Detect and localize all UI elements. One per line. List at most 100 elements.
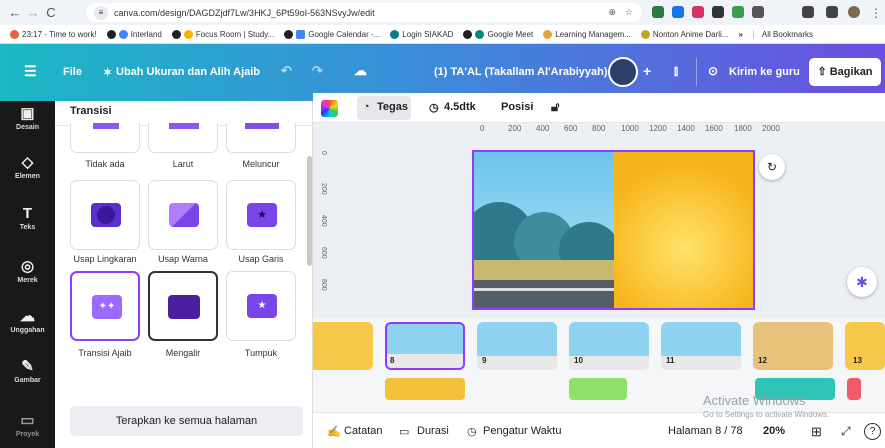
rail-design[interactable]: ▣ Desain [0, 104, 55, 131]
profile-avatar[interactable] [848, 6, 860, 18]
text-icon: T [22, 205, 33, 222]
transition-label: Usap Lingkaran [73, 254, 137, 264]
document-title[interactable]: (1) TA'AL (Takallam Al'Arabiyyah) [434, 66, 608, 78]
rail-text[interactable]: T Teks [0, 205, 55, 231]
rail-projects[interactable]: ▭ Proyek [0, 411, 55, 438]
slide-canvas[interactable] [472, 150, 755, 310]
all-bookmarks[interactable]: All Bookmarks [752, 29, 813, 39]
bookmarks-overflow[interactable]: » [738, 30, 742, 39]
zoom-level[interactable]: 20% [763, 425, 785, 437]
refresh-icon[interactable]: ↻ [759, 154, 785, 180]
audio-clip[interactable] [385, 378, 465, 400]
transition-label: Usap Garis [238, 254, 284, 264]
redo-icon[interactable]: ↷ [312, 63, 323, 79]
transition-magic[interactable]: ✦✦ [70, 271, 140, 341]
bookmark-item[interactable]: 23:17 - Time to work! [10, 29, 97, 39]
transition-circle-wipe[interactable] [70, 180, 140, 250]
bookmark-item[interactable]: Focus Room | Study... [171, 29, 274, 39]
user-avatar[interactable] [608, 57, 638, 87]
page-number: 9 [482, 356, 487, 365]
insights-icon[interactable]: ⫾ [674, 63, 678, 79]
rail-elements[interactable]: ◇ Elemen [0, 153, 55, 180]
transition-dissolve[interactable] [148, 123, 218, 153]
extension-icon[interactable] [712, 6, 724, 18]
page-number: 13 [853, 356, 862, 365]
reload-icon[interactable]: C [42, 5, 60, 20]
transition-label: Meluncur [242, 159, 280, 169]
elements-icon: ◇ [21, 154, 34, 171]
transition-label: Tidak ada [85, 159, 125, 169]
transition-slide[interactable] [226, 123, 296, 153]
transition-stack[interactable]: ★ [226, 271, 296, 341]
transition-line-wipe[interactable]: ★ [226, 180, 296, 250]
bookmark-item[interactable]: Google Calendar -... [284, 29, 380, 39]
transition-none[interactable] [70, 123, 140, 153]
resize-button[interactable]: Ubah Ukuran dan Alih Ajaib [116, 66, 260, 78]
rail-brand[interactable]: ◎ Merek [0, 257, 55, 284]
share-icon: ⇧ [817, 66, 830, 78]
menu-icon[interactable]: ⋮ [870, 6, 882, 20]
panel-scrollbar[interactable] [307, 156, 312, 266]
send-label[interactable]: Kirim ke guru [729, 66, 800, 78]
page-number: 8 [390, 356, 395, 365]
page-thumbnail[interactable] [845, 322, 885, 370]
site-settings-icon[interactable]: ≡ [94, 5, 108, 20]
bookmark-item[interactable]: Login SIAKAD [390, 29, 453, 39]
panel-title: Transisi [70, 105, 112, 117]
activation-watermark-sub: Go to Settings to activate Windows. [703, 410, 830, 419]
page-thumbnail[interactable] [313, 322, 373, 370]
rail-draw[interactable]: ✎ Gambar [0, 357, 55, 384]
undo-icon[interactable]: ↶ [281, 63, 292, 79]
bookmarks-bar: 23:17 - Time to work! Interland Focus Ro… [0, 25, 885, 44]
vertical-ruler: 0 200 400 600 800 [320, 151, 327, 291]
page-thumbnail[interactable] [385, 322, 465, 370]
transition-flow[interactable] [148, 271, 218, 341]
rail-uploads[interactable]: ☁ Unggahan [0, 307, 55, 334]
magic-assistant-icon[interactable]: ✱ [847, 267, 877, 297]
extension-icon[interactable] [672, 6, 684, 18]
transition-color-wipe[interactable] [148, 180, 218, 250]
notes-button[interactable]: Catatan [344, 425, 383, 437]
fullscreen-icon[interactable]: ⤢ [841, 424, 851, 439]
duration-button[interactable]: 4.5dtk [444, 101, 476, 113]
page-number: 11 [666, 356, 675, 365]
audio-clip[interactable] [847, 378, 861, 400]
bookmark-star-icon[interactable]: ☆ [625, 7, 633, 18]
bookmark-item[interactable]: Learning Managem... [543, 29, 631, 39]
share-button[interactable]: ⇧ Bagikan [809, 58, 881, 86]
file-menu[interactable]: File [63, 66, 82, 78]
back-icon[interactable]: ← [6, 5, 24, 20]
bookmark-item[interactable]: Google Meet [463, 29, 533, 39]
transition-label: Tumpuk [244, 348, 278, 358]
address-bar[interactable]: ≡ canva.com/design/DAGDZjdf7Lw/3HKJ_6Pt59… [86, 3, 642, 22]
forward-icon[interactable]: → [24, 5, 42, 20]
grid-view-icon[interactable]: ⊞ [811, 424, 822, 440]
page-indicator[interactable]: Halaman 8 / 78 [668, 425, 743, 437]
media-icon[interactable] [802, 6, 814, 18]
bookmark-item[interactable]: Nonton Anime Darli... [640, 29, 728, 39]
page-thumbnail[interactable] [477, 322, 557, 370]
transition-label: Usap Warna [158, 254, 208, 264]
help-icon[interactable]: ? [864, 423, 881, 440]
extension-icon[interactable] [652, 6, 664, 18]
upload-icon: ☁ [20, 308, 35, 325]
position-button[interactable]: Posisi [501, 101, 533, 113]
extension-icon[interactable] [692, 6, 704, 18]
hamburger-icon[interactable]: ☰ [24, 63, 37, 80]
extension-icon[interactable] [732, 6, 744, 18]
audio-clip[interactable] [569, 378, 627, 400]
zoom-icon[interactable]: ⊕ [608, 7, 616, 18]
editor-toolbar: ◔ Tegas ◷ 4.5dtk Posisi 🔓︎ [313, 93, 885, 123]
timer-button[interactable]: Pengatur Waktu [483, 425, 561, 437]
download-icon[interactable] [826, 6, 838, 18]
puzzle-icon[interactable] [752, 6, 764, 18]
cloud-saved-icon[interactable]: ☁ [354, 63, 367, 79]
apply-all-button[interactable]: Terapkan ke semua halaman [70, 406, 303, 436]
add-collaborator-icon[interactable]: + [643, 63, 651, 79]
transition-label: Transisi Ajaib [78, 348, 132, 358]
color-picker-icon[interactable] [321, 100, 338, 117]
duration-button[interactable]: Durasi [417, 425, 449, 437]
bookmark-item[interactable]: Interland [106, 29, 162, 39]
lock-icon[interactable]: 🔓︎ [551, 99, 559, 115]
clock-icon: ◷ [429, 102, 439, 114]
